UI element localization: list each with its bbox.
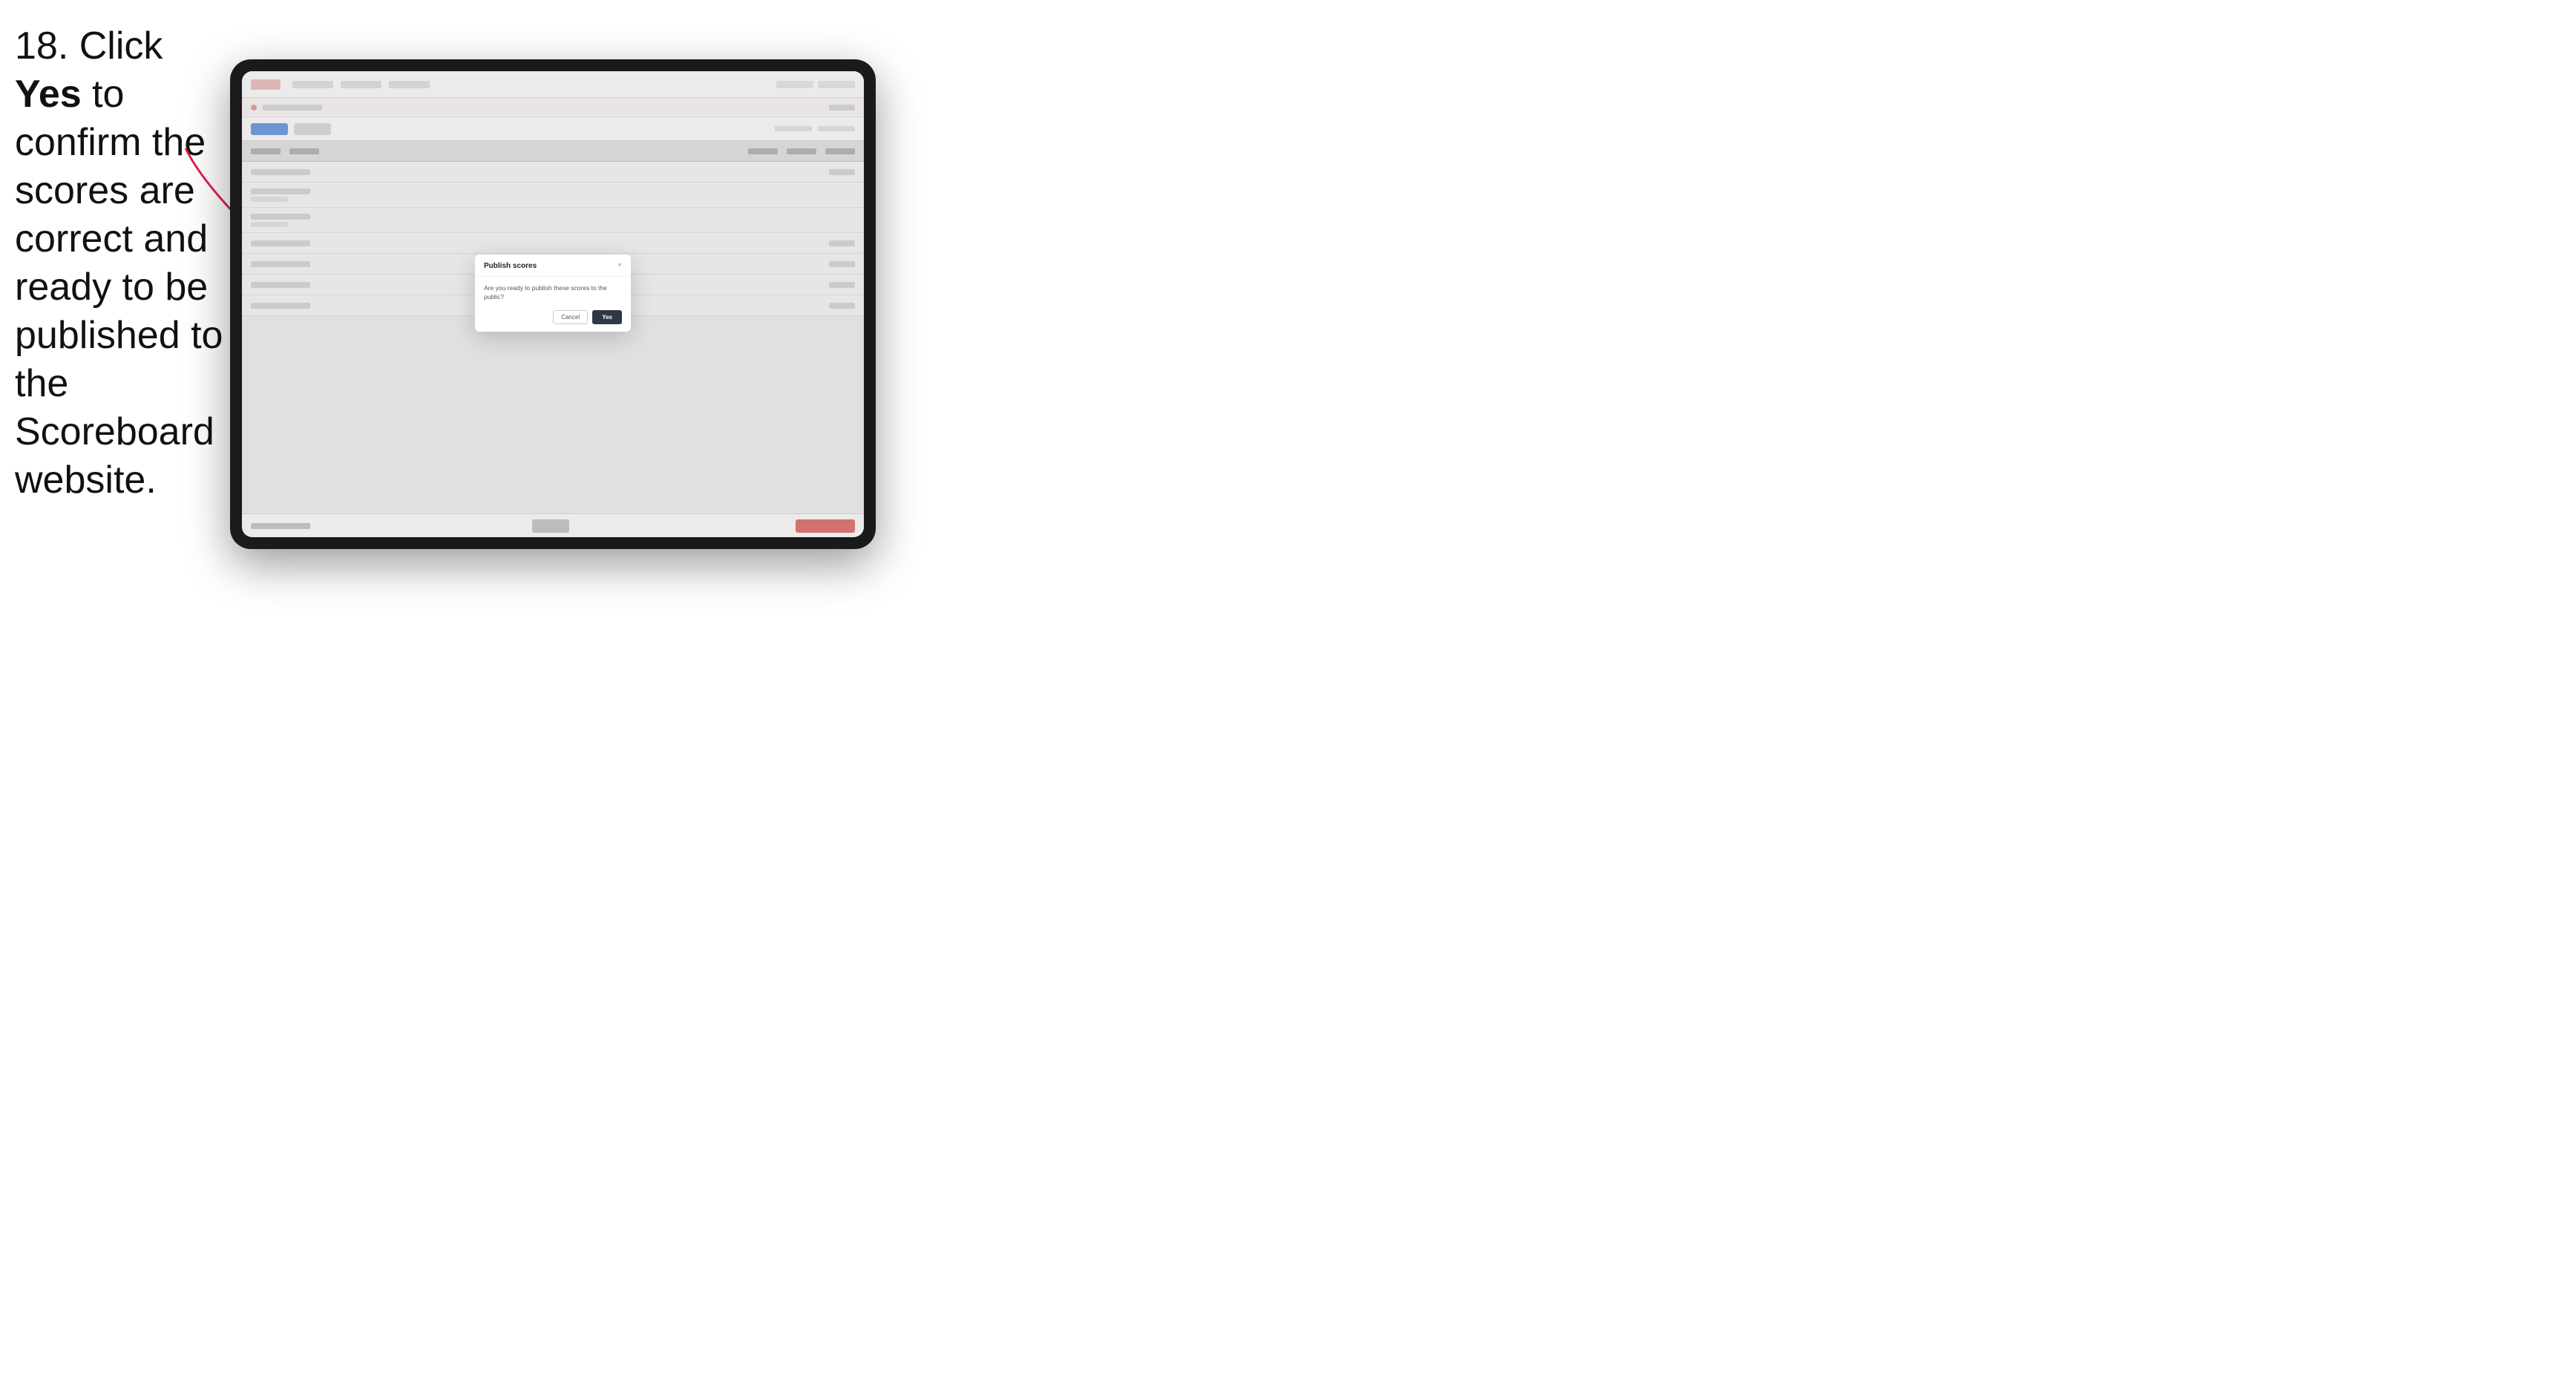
dialog-title: Publish scores bbox=[484, 262, 537, 270]
dialog-message: Are you ready to publish these scores to… bbox=[484, 284, 622, 302]
dialog-overlay: Publish scores × Are you ready to publis… bbox=[242, 71, 864, 537]
cancel-button[interactable]: Cancel bbox=[553, 310, 588, 324]
step-number: 18. bbox=[15, 24, 68, 68]
dialog-header: Publish scores × bbox=[475, 254, 631, 277]
publish-scores-dialog: Publish scores × Are you ready to publis… bbox=[475, 254, 631, 332]
yes-button[interactable]: Yes bbox=[592, 310, 622, 324]
instruction-bold: Yes bbox=[15, 73, 82, 116]
dialog-body: Are you ready to publish these scores to… bbox=[475, 277, 631, 332]
dialog-actions: Cancel Yes bbox=[484, 310, 622, 324]
tablet-device: Publish scores × Are you ready to publis… bbox=[230, 59, 876, 549]
instruction-text: 18. Click Yes to confirm the scores are … bbox=[15, 22, 230, 505]
instruction-suffix: to confirm the scores are correct and re… bbox=[15, 73, 223, 502]
tablet-screen: Publish scores × Are you ready to publis… bbox=[242, 71, 864, 537]
close-icon[interactable]: × bbox=[617, 262, 622, 269]
instruction-prefix: Click bbox=[68, 24, 163, 68]
